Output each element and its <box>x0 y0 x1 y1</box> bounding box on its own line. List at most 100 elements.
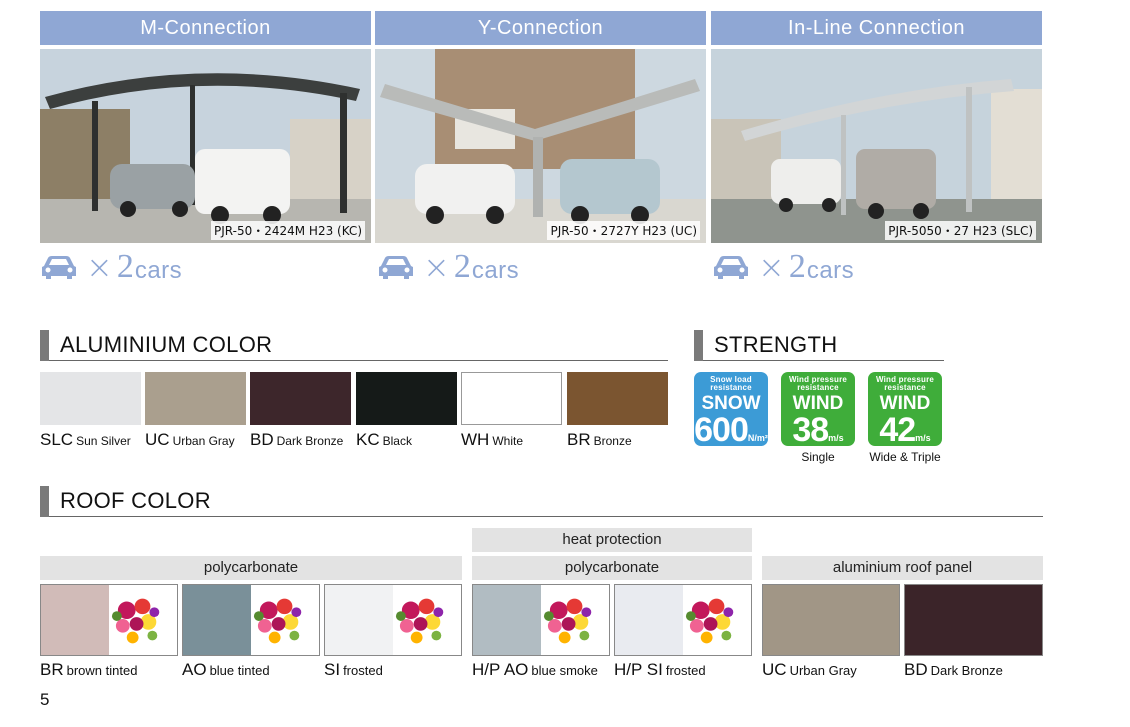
roof-swatch <box>904 584 1043 656</box>
color-code: H/P AO <box>472 660 529 679</box>
color-name: White <box>492 434 524 448</box>
heading-bar <box>694 330 703 361</box>
color-code: WH <box>461 430 490 449</box>
heading-text: STRENGTH <box>714 332 838 357</box>
roof-swatch-label: BD Dark Bronze <box>904 660 1003 680</box>
roof-color-heading: ROOF COLOR <box>40 486 1043 517</box>
wind-wide-badge: Wind pressure resistance WIND 42m/s <box>868 372 942 446</box>
color-code: KC <box>356 430 380 449</box>
car-count: 2 <box>116 248 134 285</box>
color-code: SI <box>324 660 341 679</box>
polycarbonate-label: polycarbonate <box>40 556 462 580</box>
carport-photo: PJR-50・2424M H23 (KC) <box>40 49 371 243</box>
color-chip <box>250 372 351 425</box>
color-name: Bronze <box>593 434 632 448</box>
color-name: Urban Gray <box>172 434 235 448</box>
connection-title: M-Connection <box>40 11 371 45</box>
aluminium-swatch: KC Black <box>356 372 457 450</box>
wind-single-caption: Single <box>801 450 835 464</box>
roof-swatch-label: UC Urban Gray <box>762 660 857 680</box>
color-code: BD <box>250 430 274 449</box>
color-code: H/P SI <box>614 660 663 679</box>
swatch-label: SLC Sun Silver <box>40 430 141 450</box>
aluminium-swatch: BR Bronze <box>567 372 668 450</box>
color-chip <box>461 372 562 425</box>
color-code: UC <box>145 430 170 449</box>
aluminium-roof-panel-label: aluminium roof panel <box>762 556 1043 580</box>
color-code: UC <box>762 660 787 679</box>
strength-heading: STRENGTH <box>694 330 944 361</box>
roof-swatch-label: H/P SI frosted <box>614 660 706 680</box>
aluminium-swatch: BD Dark Bronze <box>250 372 351 450</box>
color-code: BR <box>567 430 591 449</box>
model-label: PJR-50・2727Y H23 (UC) <box>547 221 700 240</box>
times-sign: × <box>758 248 785 286</box>
car-capacity: × 2 cars <box>712 247 854 287</box>
color-chip <box>145 372 246 425</box>
car-count: 2 <box>788 248 806 285</box>
color-chip <box>40 372 141 425</box>
car-unit: cars <box>806 257 855 284</box>
inline-connection-panel: In-Line Connection PJR-5050・27 H23 (SLC) <box>711 11 1042 243</box>
color-code: SLC <box>40 430 74 449</box>
polycarbonate-label: polycarbonate <box>472 556 752 580</box>
car-icon <box>714 256 748 279</box>
heading-text: ALUMINIUM COLOR <box>60 332 273 357</box>
swatch-label: UC Urban Gray <box>145 430 246 450</box>
color-code: BD <box>904 660 928 679</box>
roof-swatch <box>324 584 462 656</box>
badge-value: 600N/m² <box>694 411 768 446</box>
car-count: 2 <box>453 248 471 285</box>
roof-swatch <box>762 584 900 656</box>
car-unit: cars <box>471 257 520 284</box>
color-code: BR <box>40 660 64 679</box>
aluminium-color-heading: ALUMINIUM COLOR <box>40 330 668 361</box>
badge-value: 38m/s <box>792 411 844 446</box>
color-name: Urban Gray <box>789 663 857 678</box>
roof-swatch <box>614 584 752 656</box>
color-name: blue smoke <box>531 663 598 678</box>
m-connection-panel: M-Connection PJR-50・2424M H23 (KC) <box>40 11 371 243</box>
swatch-label: BR Bronze <box>567 430 668 450</box>
car-icon <box>42 256 76 279</box>
aluminium-swatch: SLC Sun Silver <box>40 372 141 450</box>
color-name: Dark Bronze <box>276 434 344 448</box>
snow-load-badge: Snow load resistance SNOW 600N/m² <box>694 372 768 446</box>
aluminium-swatch: UC Urban Gray <box>145 372 246 450</box>
swatch-label: BD Dark Bronze <box>250 430 351 450</box>
heading-bar <box>40 330 49 361</box>
roof-swatch-label: AO blue tinted <box>182 660 270 680</box>
heading-text: ROOF COLOR <box>60 488 211 513</box>
color-name: Black <box>382 434 412 448</box>
swatch-label: KC Black <box>356 430 457 450</box>
carport-photo: PJR-50・2727Y H23 (UC) <box>375 49 706 243</box>
color-name: Dark Bronze <box>930 663 1003 678</box>
model-label: PJR-5050・27 H23 (SLC) <box>885 221 1036 240</box>
roof-swatch <box>472 584 610 656</box>
swatch-label: WH White <box>461 430 562 450</box>
car-capacity: × 2 cars <box>40 247 182 287</box>
wind-wide-caption: Wide & Triple <box>869 450 941 464</box>
car-capacity: × 2 cars <box>377 247 519 287</box>
car-icon <box>379 256 413 279</box>
y-connection-panel: Y-Connection PJR-50・2727Y H23 (UC) <box>375 11 706 243</box>
heat-protection-label: heat protection <box>472 528 752 552</box>
connection-title: In-Line Connection <box>711 11 1042 45</box>
color-name: Sun Silver <box>76 434 131 448</box>
badge-line2: resistance <box>797 383 839 392</box>
times-sign: × <box>86 248 113 286</box>
car-unit: cars <box>134 257 183 284</box>
color-chip <box>567 372 668 425</box>
times-sign: × <box>423 248 450 286</box>
color-name: blue tinted <box>209 663 270 678</box>
roof-swatch-label: H/P AO blue smoke <box>472 660 598 680</box>
color-name: brown tinted <box>66 663 138 678</box>
wind-single-badge: Wind pressure resistance WIND 38m/s <box>781 372 855 446</box>
color-code: AO <box>182 660 207 679</box>
carport-photo: PJR-5050・27 H23 (SLC) <box>711 49 1042 243</box>
page-number: 5 <box>40 690 50 709</box>
aluminium-swatch: WH White <box>461 372 562 450</box>
badge-line2: resistance <box>710 383 752 392</box>
model-label: PJR-50・2424M H23 (KC) <box>211 221 365 240</box>
roof-swatch <box>40 584 178 656</box>
